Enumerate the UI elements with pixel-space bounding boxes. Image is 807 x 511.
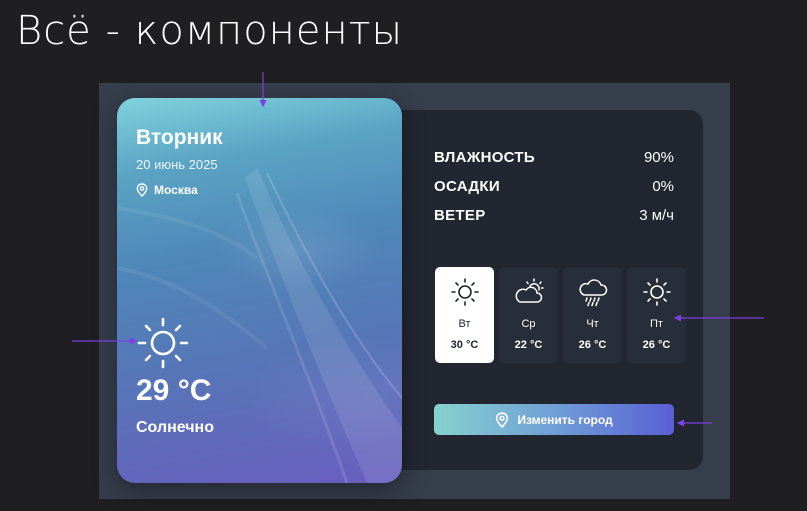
forecast-day-thu[interactable]: Чт 26 °C	[563, 267, 622, 363]
sun-icon	[137, 317, 189, 369]
forecast-day-temp: 26 °C	[578, 339, 607, 351]
stat-value: 90%	[643, 149, 674, 166]
forecast-day-temp: 30 °C	[450, 339, 479, 351]
stat-row-wind: ВЕТЕР 3 м/ч	[434, 201, 674, 230]
card-location-label: Москва	[154, 183, 198, 197]
forecast-day-wed[interactable]: Ср 22 °C	[499, 267, 558, 363]
forecast-day-name: Пт	[650, 318, 663, 330]
slide-title: Всё - компоненты	[16, 8, 404, 54]
change-city-label: Изменить город	[517, 412, 613, 427]
current-weather-card: Вторник 20 июнь 2025 Москва 29 °C Солнеч…	[117, 98, 402, 483]
location-pin-icon	[496, 411, 509, 428]
card-location: Москва	[136, 183, 198, 197]
current-temperature: 29 °C	[136, 374, 212, 407]
sun-icon	[450, 278, 479, 306]
stat-label: ВЕТЕР	[434, 207, 486, 224]
sun-icon	[642, 278, 671, 306]
stat-value: 0%	[652, 178, 674, 195]
forecast-day-name: Ср	[521, 318, 536, 330]
forecast-day-name: Чт	[586, 318, 599, 330]
weather-stats: ВЛАЖНОСТЬ 90% ОСАДКИ 0% ВЕТЕР 3 м/ч	[434, 143, 674, 230]
card-date: 20 июнь 2025	[136, 157, 218, 172]
forecast-strip: Вт 30 °C Ср 22 °C Чт 26 °C Пт 26 °C	[435, 267, 686, 363]
stat-label: ОСАДКИ	[434, 178, 500, 195]
forecast-day-name: Вт	[458, 318, 471, 330]
current-condition: Солнечно	[136, 419, 214, 436]
stat-row-humidity: ВЛАЖНОСТЬ 90%	[434, 143, 674, 172]
forecast-day-tue[interactable]: Вт 30 °C	[435, 267, 494, 363]
card-day-name: Вторник	[136, 126, 223, 149]
stat-value: 3 м/ч	[639, 207, 674, 224]
location-pin-icon	[136, 183, 148, 197]
rain-icon	[578, 279, 607, 307]
forecast-day-temp: 26 °C	[642, 339, 671, 351]
change-city-button[interactable]: Изменить город	[434, 404, 674, 435]
stat-row-precipitation: ОСАДКИ 0%	[434, 172, 674, 201]
stat-label: ВЛАЖНОСТЬ	[434, 149, 535, 166]
forecast-day-fri[interactable]: Пт 26 °C	[627, 267, 686, 363]
forecast-day-temp: 22 °C	[514, 339, 543, 351]
partly-cloudy-icon	[515, 278, 544, 303]
